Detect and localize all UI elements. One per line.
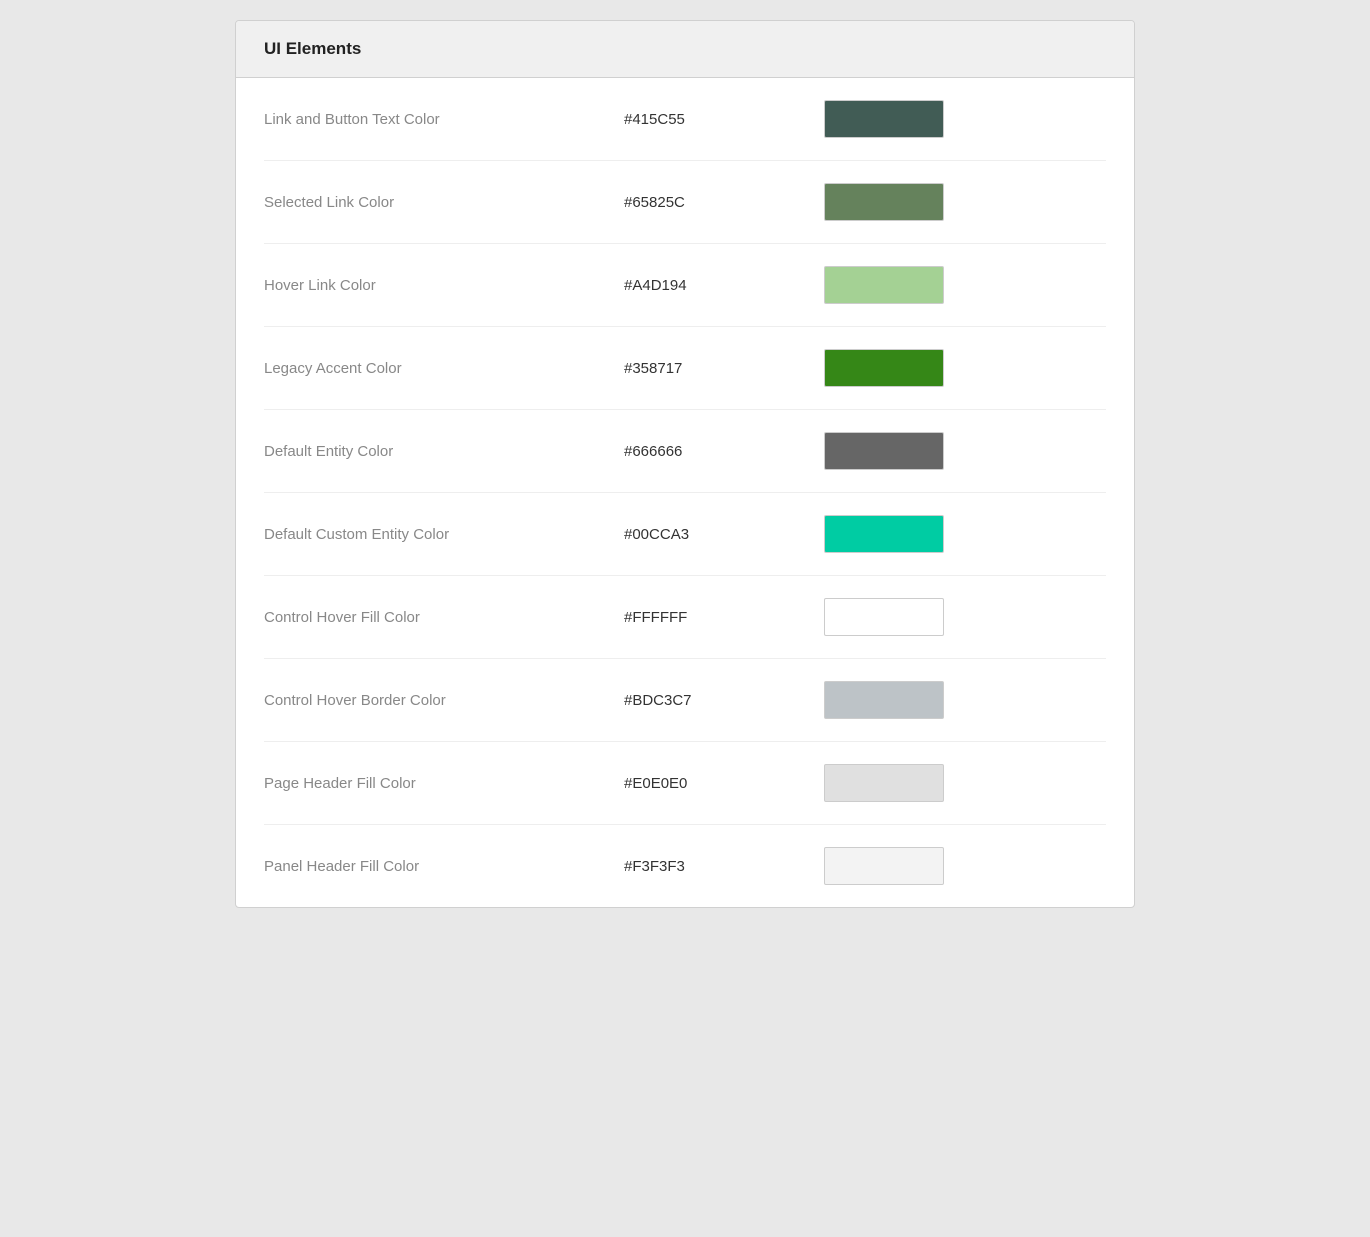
color-swatch[interactable] — [824, 100, 944, 138]
color-hex-value: #F3F3F3 — [624, 858, 824, 875]
color-row[interactable]: Hover Link Color#A4D194 — [264, 244, 1106, 327]
color-label: Control Hover Fill Color — [264, 609, 624, 626]
color-label: Default Custom Entity Color — [264, 526, 624, 543]
color-label: Hover Link Color — [264, 277, 624, 294]
panel-title: UI Elements — [264, 39, 361, 58]
color-label: Control Hover Border Color — [264, 692, 624, 709]
color-swatch[interactable] — [824, 266, 944, 304]
color-row[interactable]: Control Hover Fill Color#FFFFFF — [264, 576, 1106, 659]
color-row[interactable]: Default Custom Entity Color#00CCA3 — [264, 493, 1106, 576]
color-hex-value: #00CCA3 — [624, 526, 824, 543]
color-label: Legacy Accent Color — [264, 360, 624, 377]
color-table: Link and Button Text Color#415C55Selecte… — [236, 78, 1134, 907]
color-hex-value: #65825C — [624, 194, 824, 211]
color-row[interactable]: Panel Header Fill Color#F3F3F3 — [264, 825, 1106, 907]
color-hex-value: #358717 — [624, 360, 824, 377]
color-row[interactable]: Page Header Fill Color#E0E0E0 — [264, 742, 1106, 825]
color-hex-value: #BDC3C7 — [624, 692, 824, 709]
color-row[interactable]: Legacy Accent Color#358717 — [264, 327, 1106, 410]
color-swatch[interactable] — [824, 515, 944, 553]
color-swatch[interactable] — [824, 764, 944, 802]
color-row[interactable]: Selected Link Color#65825C — [264, 161, 1106, 244]
color-label: Page Header Fill Color — [264, 775, 624, 792]
color-hex-value: #666666 — [624, 443, 824, 460]
color-swatch[interactable] — [824, 349, 944, 387]
color-label: Panel Header Fill Color — [264, 858, 624, 875]
color-swatch[interactable] — [824, 681, 944, 719]
panel-header: UI Elements — [236, 21, 1134, 78]
color-hex-value: #415C55 — [624, 111, 824, 128]
color-row[interactable]: Default Entity Color#666666 — [264, 410, 1106, 493]
color-hex-value: #A4D194 — [624, 277, 824, 294]
color-swatch[interactable] — [824, 847, 944, 885]
color-label: Selected Link Color — [264, 194, 624, 211]
color-row[interactable]: Control Hover Border Color#BDC3C7 — [264, 659, 1106, 742]
color-hex-value: #FFFFFF — [624, 609, 824, 626]
color-swatch[interactable] — [824, 183, 944, 221]
color-row[interactable]: Link and Button Text Color#415C55 — [264, 78, 1106, 161]
ui-elements-panel: UI Elements Link and Button Text Color#4… — [235, 20, 1135, 908]
color-hex-value: #E0E0E0 — [624, 775, 824, 792]
color-label: Link and Button Text Color — [264, 111, 624, 128]
color-swatch[interactable] — [824, 432, 944, 470]
color-label: Default Entity Color — [264, 443, 624, 460]
color-swatch[interactable] — [824, 598, 944, 636]
